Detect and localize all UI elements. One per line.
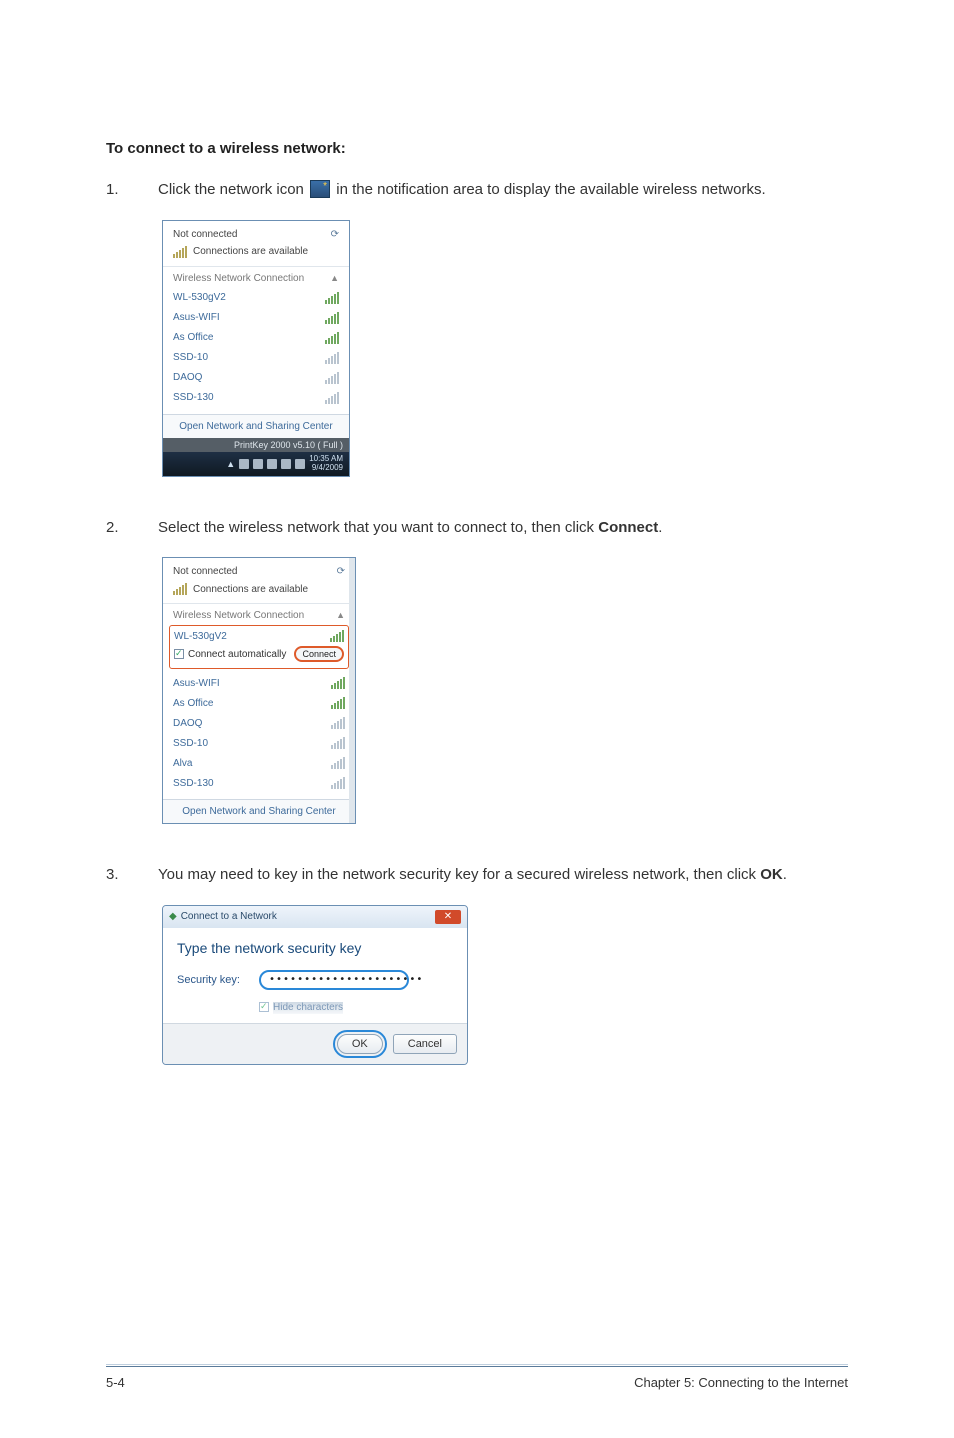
hide-characters-checkbox[interactable] [259,1002,269,1012]
step-number: 3. [106,864,158,887]
network-name: SSD-130 [173,392,214,403]
network-name: Asus-WIFI [173,312,220,323]
adapter-name: Wireless Network Connection [173,273,304,284]
security-key-dialog: ◆ Connect to a Network ✕ Type the networ… [162,905,468,1065]
collapse-icon[interactable]: ▲ [336,610,345,621]
shield-icon: ◆ [169,911,177,922]
network-name: SSD-130 [173,778,214,789]
status-text: Not connected [173,566,238,577]
signal-icon [331,777,345,789]
wifi-flyout: Not connected ⟳ Connections are availabl… [162,220,350,477]
network-item[interactable]: SSD-10 [173,348,339,368]
ok-button[interactable]: OK [337,1034,383,1054]
signal-icon [325,332,339,344]
network-item[interactable]: WL-530gV2 [173,288,339,308]
collapse-icon[interactable]: ▲ [330,273,339,284]
cancel-button[interactable]: Cancel [393,1034,457,1054]
signal-icon [173,246,187,258]
page-number: 5-4 [106,1375,125,1390]
step-text: Click the network icon [158,181,308,198]
signal-icon [331,677,345,689]
step-1: 1. Click the network icon in the notific… [106,179,848,202]
step-2: 2. Select the wireless network that you … [106,517,848,540]
network-name: WL-530gV2 [174,631,227,642]
signal-icon [331,737,345,749]
adapter-name: Wireless Network Connection [173,610,304,621]
taskbar: ▲ 10:35 AM 9/4/2009 [163,452,349,476]
signal-icon [330,630,344,642]
network-item[interactable]: Asus-WIFI [173,673,345,693]
step-3: 3. You may need to key in the network se… [106,864,848,887]
security-key-input[interactable]: •••••••••••••••••••••• [259,970,409,990]
signal-icon [331,757,345,769]
network-tray-icon [310,180,330,198]
signal-icon [173,583,187,595]
refresh-icon[interactable]: ⟳ [331,229,339,240]
step-text: You may need to key in the network secur… [158,866,760,883]
network-name: DAOQ [173,372,202,383]
step-text: Select the wireless network that you wan… [158,519,598,536]
signal-icon [325,392,339,404]
signal-icon [331,697,345,709]
network-item[interactable]: Asus-WIFI [173,308,339,328]
selected-network[interactable]: WL-530gV2 Connect automatically Connect [169,625,349,669]
network-item[interactable]: SSD-130 [173,388,339,408]
signal-icon [325,312,339,324]
step-text: in the notification area to display the … [336,181,765,198]
wifi-flyout-expanded: Not connected ⟳ Connections are availabl… [162,557,356,824]
step-bold: OK [760,866,783,883]
tray-volume-icon[interactable] [267,459,277,469]
network-name: As Office [173,332,213,343]
redaction [273,1002,343,1014]
network-item[interactable]: DAOQ [173,713,345,733]
network-name: SSD-10 [173,352,208,363]
status-text: Not connected [173,229,238,240]
network-name: DAOQ [173,718,202,729]
network-item[interactable]: DAOQ [173,368,339,388]
section-heading: To connect to a wireless network: [106,140,848,157]
connections-available-label: Connections are available [193,584,308,595]
dialog-heading: Type the network security key [177,940,453,956]
network-item[interactable]: As Office [173,328,339,348]
step-number: 2. [106,517,158,540]
tray-flag-icon[interactable] [239,459,249,469]
connect-button[interactable]: Connect [294,646,344,662]
dialog-title: Connect to a Network [181,911,277,922]
network-name: SSD-10 [173,738,208,749]
network-name: Alva [173,758,192,769]
scrollbar[interactable] [349,558,355,823]
tray-show-hidden-icon[interactable]: ▲ [226,459,235,469]
signal-icon [331,717,345,729]
connections-available-label: Connections are available [193,246,308,257]
network-name: As Office [173,698,213,709]
signal-icon [325,372,339,384]
open-network-center-link[interactable]: Open Network and Sharing Center [163,414,349,438]
tray-network-icon[interactable] [253,459,263,469]
step-bold: Connect [598,519,658,536]
refresh-icon[interactable]: ⟳ [337,566,345,577]
signal-icon [325,292,339,304]
tray-app-icon[interactable] [281,459,291,469]
network-name: Asus-WIFI [173,678,220,689]
close-button[interactable]: ✕ [435,910,461,924]
step-text: . [658,519,662,536]
tooltip: PrintKey 2000 v5.10 ( Full ) [163,438,349,452]
auto-connect-checkbox[interactable] [174,649,184,659]
open-network-center-link[interactable]: Open Network and Sharing Center [163,799,355,823]
chapter-title: Chapter 5: Connecting to the Internet [634,1375,848,1390]
step-number: 1. [106,179,158,202]
network-item[interactable]: SSD-130 [173,773,345,793]
clock[interactable]: 10:35 AM 9/4/2009 [309,455,343,473]
auto-connect-label: Connect automatically [188,649,286,660]
tray-app-icon[interactable] [295,459,305,469]
network-item[interactable]: SSD-10 [173,733,345,753]
security-key-label: Security key: [177,974,247,986]
security-key-value: •••••••••••••••••••••• [269,974,423,985]
network-name: WL-530gV2 [173,292,226,303]
network-item[interactable]: Alva [173,753,345,773]
step-text: . [783,866,787,883]
network-item[interactable]: As Office [173,693,345,713]
signal-icon [325,352,339,364]
page-footer: 5-4 Chapter 5: Connecting to the Interne… [106,1366,848,1390]
